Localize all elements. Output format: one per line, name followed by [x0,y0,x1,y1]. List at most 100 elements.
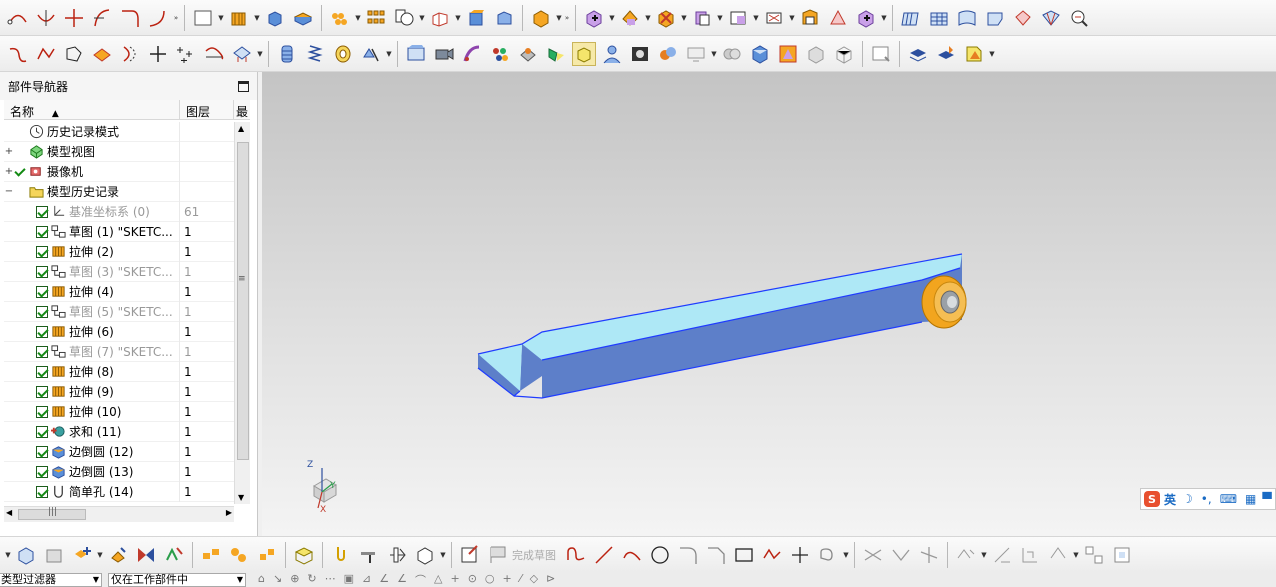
tree-row[interactable]: − 模型历史记录 [4,181,234,202]
dropdown-arrow-icon[interactable]: ▼ [555,14,563,22]
body-select-icon[interactable]: ⊕ [290,572,299,587]
pattern-feature-icon[interactable] [328,6,352,30]
constraints-icon[interactable] [954,543,978,567]
point-on-surface-snap-icon[interactable]: + [503,572,512,587]
bushing-part[interactable] [921,275,967,329]
dropdown-arrow-icon[interactable]: ▼ [253,14,261,22]
studio-spline-sketch-icon[interactable] [760,543,784,567]
sketch-arc-icon[interactable] [620,543,644,567]
punctuation-icon[interactable]: •, [1201,492,1212,506]
dropdown-arrow-icon[interactable]: ▼ [880,14,888,22]
arc-tool-icon[interactable] [6,6,30,30]
materials-icon[interactable] [488,42,512,66]
explode-view-icon[interactable] [199,543,223,567]
through-curves-icon[interactable] [927,6,951,30]
ruled-surface-icon[interactable] [899,6,923,30]
spring-icon[interactable] [303,42,327,66]
point-set-icon[interactable] [174,42,198,66]
subtract-icon[interactable] [618,6,642,30]
dropdown-arrow-icon[interactable]: ▼ [980,551,988,559]
visibility-checkbox[interactable] [36,225,48,238]
point-on-curve-snap-icon[interactable]: ○ [485,572,495,587]
project-curve-icon[interactable] [90,42,114,66]
vertical-scrollbar[interactable]: ▲ ≡ ▼ [234,122,250,504]
dropdown-arrow-icon[interactable]: ▼ [4,551,12,559]
scroll-left-icon[interactable]: ◀ [6,508,12,517]
expression-icon[interactable] [275,42,299,66]
visibility-checkbox[interactable] [36,205,48,218]
dropdown-arrow-icon[interactable]: ▼ [710,50,718,58]
tree-row[interactable]: 草图 (7) "SKETC... 1 [4,341,234,362]
intersection-snap-icon[interactable]: ⌒ [415,572,426,587]
scroll-right-icon[interactable]: ▶ [226,508,232,517]
visibility-checkbox[interactable] [36,445,48,458]
type-filter-select[interactable]: 类型过滤器 ▼ [0,572,102,587]
point-select-icon[interactable]: ⋯ [325,572,336,587]
scroll-down-icon[interactable]: ▼ [238,493,244,502]
tree-row[interactable]: 拉伸 (6) 1 [4,321,234,342]
feature-select-icon[interactable]: ↘ [273,572,282,587]
dropdown-arrow-icon[interactable]: ▼ [608,14,616,22]
dropdown-arrow-icon[interactable]: ▼ [354,14,362,22]
n-sided-surface-icon[interactable] [983,6,1007,30]
profile-icon[interactable] [564,543,588,567]
maximize-icon[interactable] [238,80,249,92]
sew-body-icon[interactable] [826,6,850,30]
select-feature-icon[interactable]: ⊳ [546,572,555,587]
make-corner-icon[interactable] [917,543,941,567]
texture-icon[interactable] [516,42,540,66]
visibility-checkbox[interactable] [36,485,48,498]
project-sketch-icon[interactable] [1110,543,1134,567]
mate-component-icon[interactable] [106,543,130,567]
dropdown-arrow-icon[interactable]: ▼ [454,14,462,22]
selection-scope-select[interactable]: 仅在工作部件中 ▼ [108,572,246,587]
sketch-fillet-icon[interactable] [676,543,700,567]
shaded-view-icon[interactable] [748,42,772,66]
column-layer-header[interactable]: 图层 [180,100,234,120]
graphics-viewport[interactable]: Z Y X [262,72,1276,536]
swept-surface-icon[interactable] [955,6,979,30]
collapse-icon[interactable]: − [4,186,14,197]
split-body-icon[interactable] [726,6,750,30]
sketch-icon[interactable] [458,543,482,567]
dropdown-arrow-icon[interactable]: ▼ [988,50,996,58]
curve-select-icon[interactable]: ↻ [307,572,316,587]
visibility-checkbox[interactable] [36,405,48,418]
light-icon[interactable] [544,42,568,66]
face-analysis-icon[interactable] [804,42,828,66]
tree-row[interactable]: 简单孔 (14) 1 [4,481,234,502]
visibility-checkbox[interactable] [36,245,48,258]
column-name-header[interactable]: 名称 ▲ [4,100,180,120]
scene-icon[interactable] [656,42,680,66]
replace-face-icon[interactable] [529,6,553,30]
display-settings-icon[interactable] [684,42,708,66]
auto-dimension-icon[interactable] [1018,543,1042,567]
dropdown-arrow-icon[interactable]: ▼ [385,50,393,58]
column-extra-header[interactable]: 最 [234,100,250,120]
tree-row[interactable]: + 模型视图 [4,141,234,162]
dropdown-arrow-icon[interactable]: ▼ [1072,551,1080,559]
reference-set-icon[interactable] [385,543,409,567]
tree-row[interactable]: 拉伸 (8) 1 [4,361,234,382]
surface-grid-icon[interactable] [1039,6,1063,30]
constraint-icon[interactable] [329,543,353,567]
fillet-curve-icon[interactable] [146,6,170,30]
spline-icon[interactable] [6,42,30,66]
line-icon[interactable] [592,543,616,567]
circle-icon[interactable] [648,543,672,567]
block-icon[interactable] [263,6,287,30]
sketch-point-icon[interactable] [788,543,812,567]
angle-snap-icon[interactable]: ◇ [530,572,538,587]
tree-row[interactable]: 边倒圆 (12) 1 [4,441,234,462]
new-component-icon[interactable] [70,543,94,567]
clamp-icon[interactable] [357,543,381,567]
moon-icon[interactable]: ☽ [1182,492,1193,506]
dropdown-arrow-icon[interactable]: ▼ [788,14,796,22]
visibility-checkbox[interactable] [36,305,48,318]
visibility-checkbox[interactable] [36,325,48,338]
finish-sketch-button[interactable]: 完成草图 [512,547,556,563]
bracket-part[interactable] [477,253,963,399]
dropdown-arrow-icon[interactable]: ▼ [644,14,652,22]
control-point-snap-icon[interactable]: ∠ [397,572,407,587]
quick-trim-icon[interactable] [861,543,885,567]
